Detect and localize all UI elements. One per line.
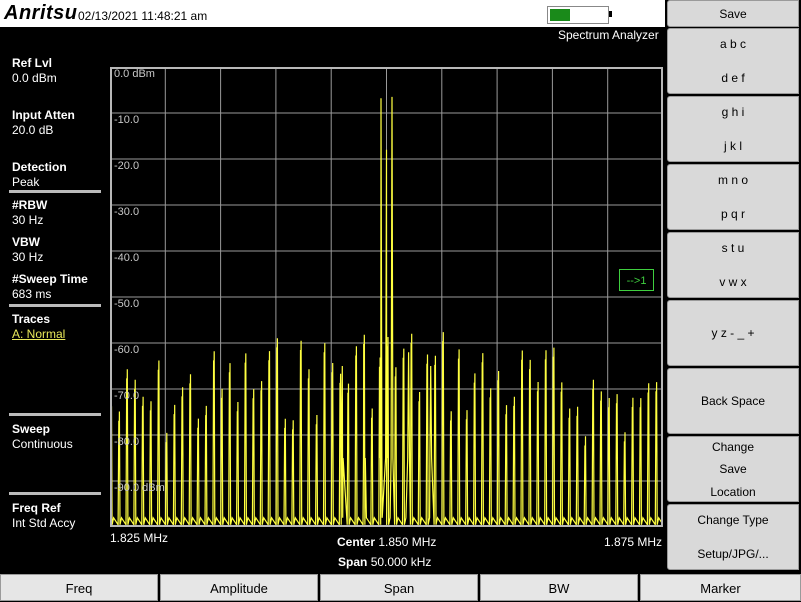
input-atten-value: 20.0 dB <box>12 123 54 137</box>
center-frequency: Center 1.850 MHz <box>337 535 436 549</box>
marker-indicator: -->1 <box>619 269 654 291</box>
status-bar: Anritsu 02/13/2021 11:48:21 am <box>0 0 665 27</box>
y-tick-label: -30.0 <box>114 206 140 218</box>
battery-icon <box>547 6 609 24</box>
sweep-time[interactable]: #Sweep Time 683 ms <box>12 272 88 302</box>
battery-level <box>550 9 570 21</box>
softkey-label: Change <box>711 440 755 454</box>
divider <box>9 492 101 495</box>
y-tick-label: -20.0 <box>114 160 140 172</box>
menu-marker-button[interactable]: Marker <box>640 574 801 601</box>
freq-ref-value: Int Std Accy <box>12 516 76 530</box>
vbw-label: VBW <box>12 235 40 249</box>
sweep-label: Sweep <box>12 422 51 436</box>
freq-ref[interactable]: Freq Ref Int Std Accy <box>12 501 75 531</box>
battery-tip <box>609 11 612 17</box>
softkey-yz-symbols[interactable]: y z - _ + <box>667 300 799 366</box>
input-atten[interactable]: Input Atten 20.0 dB <box>12 108 75 138</box>
softkey-label: s t u <box>721 241 745 255</box>
span-label: Span <box>338 555 368 569</box>
datetime: 02/13/2021 11:48:21 am <box>78 9 208 23</box>
softkey-label: v w x <box>719 275 747 289</box>
detection[interactable]: Detection Peak <box>12 160 67 190</box>
y-tick-label: -90.0 dBm <box>114 482 165 494</box>
rbw[interactable]: #RBW 30 Hz <box>12 198 47 228</box>
vbw-value: 30 Hz <box>12 250 44 264</box>
start-frequency: 1.825 MHz <box>110 531 169 545</box>
rbw-value: 30 Hz <box>12 213 44 227</box>
softkey-label: a b c <box>719 37 746 51</box>
softkey-stu-vwx[interactable]: s t u v w x <box>667 232 799 298</box>
sweep-value: Continuous <box>12 437 73 451</box>
vbw[interactable]: VBW 30 Hz <box>12 235 43 265</box>
softkey-change-type[interactable]: Change Type Setup/JPG/... <box>667 504 799 570</box>
y-tick-label: -10.0 <box>114 114 140 126</box>
softkey-label: Location <box>710 485 756 499</box>
freq-ref-label: Freq Ref <box>12 501 61 515</box>
detection-label: Detection <box>12 160 67 174</box>
span-frequency: Span 50.000 kHz <box>338 555 431 569</box>
menu-amplitude-button[interactable]: Amplitude <box>160 574 318 601</box>
ref-lvl-label: Ref Lvl <box>12 56 53 70</box>
ref-lvl[interactable]: Ref Lvl 0.0 dBm <box>12 56 57 86</box>
stop-frequency: 1.875 MHz <box>604 535 663 549</box>
y-tick-label: 0.0 dBm <box>114 68 155 80</box>
softkey-label: g h i <box>721 105 745 119</box>
softkey-label: Save <box>719 462 747 476</box>
softkey-label: Back Space <box>700 394 766 408</box>
y-tick-label: -80.0 <box>114 436 140 448</box>
input-atten-label: Input Atten <box>12 108 75 122</box>
softkey-mno-pqr[interactable]: m n o p q r <box>667 164 799 230</box>
divider <box>9 190 101 193</box>
traces[interactable]: Traces A: Normal <box>12 312 65 342</box>
center-label: Center <box>337 535 376 549</box>
y-tick-label: -70.0 <box>114 390 140 402</box>
y-tick-label: -60.0 <box>114 344 140 356</box>
softkey-back-space[interactable]: Back Space <box>667 368 799 434</box>
softkey-label: d e f <box>721 71 745 85</box>
y-tick-label: -40.0 <box>114 252 140 264</box>
plot-frame <box>110 67 663 527</box>
softkey-label: p q r <box>720 207 745 221</box>
brand-logo: Anritsu <box>4 2 78 24</box>
softkey-label: y z - _ + <box>711 326 755 340</box>
softkey-ghi-jkl[interactable]: g h i j k l <box>667 96 799 162</box>
sweep-time-label: #Sweep Time <box>12 272 88 286</box>
rbw-label: #RBW <box>12 198 48 212</box>
softkey-change-save-location[interactable]: Change Save Location <box>667 436 799 502</box>
mode-title: Spectrum Analyzer <box>558 28 659 42</box>
spectrum-plot[interactable]: 0.0 dBm -10.0 -20.0 -30.0 -40.0 -50.0 -60.0 -70… <box>110 67 663 527</box>
y-tick-label: -50.0 <box>114 298 140 310</box>
softkey-label: Change Type <box>697 513 769 527</box>
center-value: 1.850 MHz <box>378 535 437 549</box>
traces-value-link[interactable]: A: Normal <box>12 327 65 342</box>
menu-bw-button[interactable]: BW <box>480 574 638 601</box>
sweep-time-value: 683 ms <box>12 287 52 301</box>
detection-value: Peak <box>12 175 40 189</box>
softkey-abc-def[interactable]: a b c d e f <box>667 28 799 94</box>
divider <box>9 413 101 416</box>
softkey-label: Setup/JPG/... <box>697 547 769 561</box>
softkey-label: Save <box>719 7 747 21</box>
menu-freq-button[interactable]: Freq <box>0 574 158 601</box>
sweep[interactable]: Sweep Continuous <box>12 422 73 452</box>
traces-label: Traces <box>12 312 51 326</box>
ref-lvl-value: 0.0 dBm <box>12 71 57 85</box>
divider <box>9 304 101 307</box>
softkey-save-title[interactable]: Save <box>667 0 799 27</box>
menu-span-button[interactable]: Span <box>320 574 478 601</box>
softkey-label: m n o <box>717 173 748 187</box>
softkey-label: j k l <box>724 139 742 153</box>
span-value: 50.000 kHz <box>370 555 432 569</box>
